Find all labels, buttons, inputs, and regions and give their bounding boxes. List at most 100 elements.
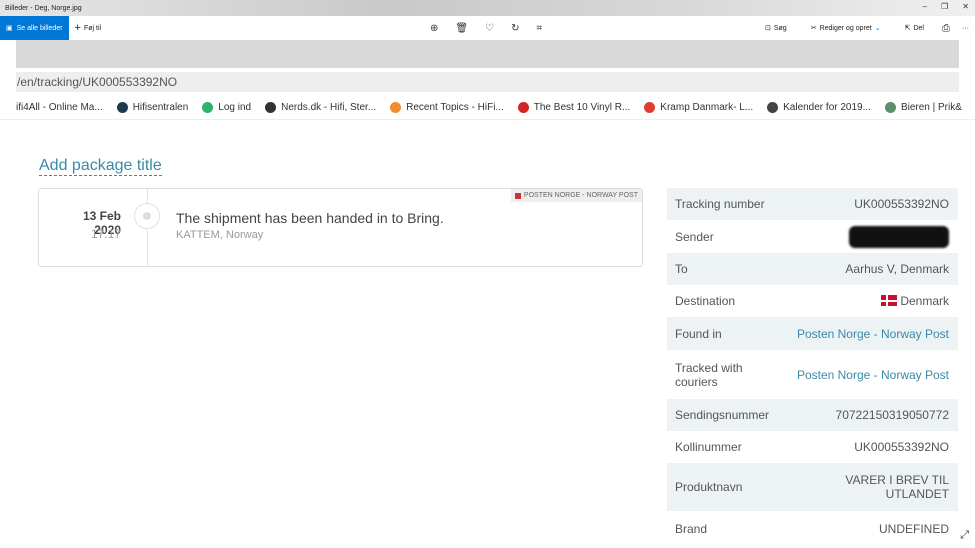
heart-icon[interactable]: ♡ [485, 23, 494, 34]
detail-value: Denmark [881, 294, 949, 308]
bookmark-label: The Best 10 Vinyl R... [533, 102, 631, 113]
add-package-title-link[interactable]: Add package title [39, 157, 162, 176]
bookmark-label: Kalender for 2019... [783, 102, 871, 113]
detail-value-text: VARER I BREV TIL UTLANDET [845, 473, 949, 501]
detail-value-text: UK000553392NO [854, 197, 949, 211]
details-panel: Tracking number UK000553392NO Sender To Aarh… [667, 188, 958, 547]
detail-value: UNDEFINED [879, 522, 949, 536]
share-icon: ⇱ [904, 25, 911, 32]
bookmark-item[interactable]: Kramp Danmark- L... [644, 102, 753, 113]
search-button[interactable]: ⊡ Søg [759, 24, 793, 33]
bookmark-favicon-icon [884, 102, 896, 113]
tracking-event-card: 13 Feb 2020 17:17 The shipment has been … [38, 188, 643, 267]
bookmark-item[interactable]: Log ind [202, 102, 251, 113]
bookmark-favicon-icon [390, 102, 402, 113]
more-button[interactable]: ··· [962, 25, 969, 32]
browser-tabstrip [16, 40, 959, 68]
detail-value-text: UNDEFINED [878, 522, 949, 536]
detail-row: Sendingsnummer 70722150319050772 [667, 399, 958, 431]
redacted-sender [849, 225, 949, 248]
detail-row: Produktnavn VARER I BREV TIL UTLANDET [667, 463, 958, 511]
detail-label: Brand [675, 522, 708, 536]
detail-value-text: Aarhus V, Denmark [845, 262, 949, 276]
bookmark-favicon-icon [265, 102, 277, 113]
bookmark-favicon-icon [202, 102, 214, 113]
detail-row: Kollinummer UK000553392NO [667, 431, 958, 463]
chevron-down-icon: ⌄ [874, 25, 881, 32]
detail-row: Found in Posten Norge - Norway Post [667, 317, 958, 350]
detail-label: Sender [675, 229, 714, 244]
bookmark-label: ifi4All - Online Ma... [16, 102, 103, 113]
detail-label: Kollinummer [675, 440, 742, 454]
window-title: Billeder - Deg, Norge.jpg [5, 4, 82, 12]
crop-icon[interactable]: ⌗ [536, 23, 542, 34]
detail-label: Sendingsnummer [675, 408, 770, 422]
detail-value-text: Denmark [900, 294, 949, 308]
window-titlebar: Billeder - Deg, Norge.jpg – ❐ ✕ [0, 0, 975, 16]
see-all-photos-button[interactable]: ▣ Se alle billeder [0, 16, 69, 40]
detail-value: UK000553392NO [854, 440, 949, 454]
detail-value[interactable]: Posten Norge - Norway Post [797, 327, 949, 341]
edit-create-button[interactable]: ✂ Rediger og opret ⌄ [805, 24, 887, 33]
detail-row: Tracking number UK000553392NO [667, 188, 958, 220]
photos-toolbar: ▣ Se alle billeder + Føj til ⊕ 🗑 ♡ ↻ ⌗ ⊡ Søg ✂ R… [0, 16, 975, 40]
detail-row: Destination Denmark [667, 285, 958, 317]
detail-label: To [675, 262, 688, 276]
detail-value: Aarhus V, Denmark [845, 262, 949, 276]
detail-value-text: UK000553392NO [854, 440, 949, 454]
print-icon[interactable]: ⎙ [942, 23, 950, 34]
bookmark-label: Bieren | Prik& [900, 102, 962, 113]
posten-logo-icon [514, 192, 521, 199]
detail-label: Found in [675, 326, 722, 341]
bookmark-label: Kramp Danmark- L... [660, 102, 754, 113]
detail-value: 70722150319050772 [836, 408, 949, 422]
bookmark-item[interactable]: Bieren | Prik& [884, 102, 962, 113]
address-bar[interactable]: /en/tracking/UK000553392NO [16, 72, 959, 92]
bookmark-item[interactable]: Kalender for 2019... [767, 102, 871, 113]
bookmark-item[interactable]: Hifisentralen [116, 102, 189, 113]
bookmark-item[interactable]: The Best 10 Vinyl R... [517, 102, 631, 113]
plus-icon: + [74, 22, 81, 34]
detail-label: Tracking number [675, 197, 765, 211]
detail-row: Brand UNDEFINED [667, 511, 958, 547]
detail-value-text: 70722150319050772 [835, 408, 949, 422]
add-to-button[interactable]: + Føj til [69, 22, 108, 34]
bookmarks-bar: ifi4All - Online Ma... Hifisentralen Log i… [0, 96, 975, 120]
timeline-dot-icon [134, 203, 160, 229]
bookmark-item[interactable]: Nerds.dk - Hifi, Ster... [265, 102, 376, 113]
bookmark-item[interactable]: Recent Topics - HiFi... [390, 102, 504, 113]
delete-icon[interactable]: 🗑 [455, 23, 468, 34]
rotate-icon[interactable]: ↻ [511, 23, 519, 34]
bookmark-favicon-icon [767, 102, 779, 113]
event-time: 17:17 [90, 227, 121, 241]
detail-label: Produktnavn [675, 480, 743, 494]
detail-row: Sender [667, 220, 958, 253]
expand-icon[interactable]: ⤢ [960, 529, 969, 542]
bookmark-item[interactable]: ifi4All - Online Ma... [16, 102, 103, 113]
detail-label: Destination [675, 294, 736, 308]
zoom-icon[interactable]: ⊕ [430, 23, 438, 34]
event-message: The shipment has been handed in to Bring… [176, 210, 444, 226]
search-icon: ⊡ [764, 25, 771, 32]
restore-button[interactable]: ❐ [941, 2, 948, 11]
minimize-button[interactable]: – [923, 2, 927, 11]
bookmark-label: Log ind [218, 102, 252, 113]
bookmark-favicon-icon [116, 102, 128, 113]
bookmark-favicon-icon [644, 102, 656, 113]
photos-icon: ▣ [6, 25, 13, 32]
scissors-icon: ✂ [810, 25, 817, 32]
courier-badge: POSTEN NORGE - NORWAY POST [510, 189, 642, 202]
event-location: KATTEM, Norway [176, 229, 264, 241]
close-button[interactable]: ✕ [962, 2, 969, 11]
bookmark-label: Recent Topics - HiFi... [406, 102, 504, 113]
bookmark-label: Hifisentralen [132, 102, 189, 113]
denmark-flag-icon [881, 295, 898, 306]
share-button[interactable]: ⇱ Del [899, 24, 930, 33]
detail-row: To Aarhus V, Denmark [667, 253, 958, 285]
detail-value [849, 225, 949, 248]
detail-value: UK000553392NO [854, 197, 949, 211]
detail-value-text: Posten Norge - Norway Post [796, 326, 949, 341]
detail-value-text: Posten Norge - Norway Post [796, 367, 949, 382]
detail-label: Tracked with couriers [675, 360, 743, 389]
detail-value[interactable]: Posten Norge - Norway Post [797, 368, 949, 382]
